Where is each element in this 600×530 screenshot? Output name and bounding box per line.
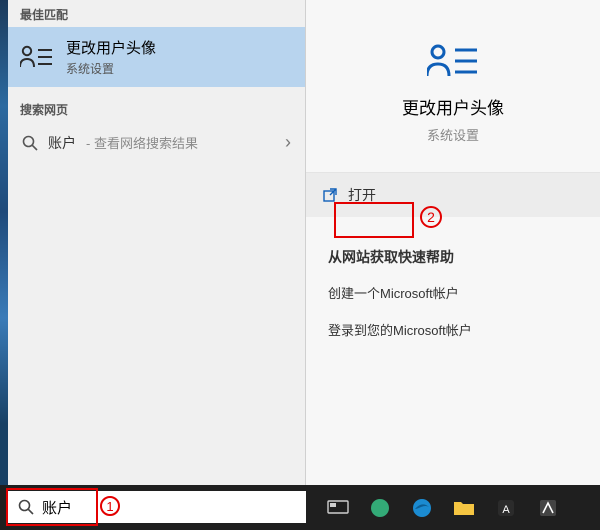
web-hint-text: - 查看网络搜索结果	[86, 133, 198, 152]
detail-header: 更改用户头像 系统设置	[306, 0, 600, 173]
open-action[interactable]: 打开	[306, 173, 600, 217]
best-match-subtitle: 系统设置	[66, 60, 156, 77]
svg-text:A: A	[502, 504, 510, 516]
help-link-create-account[interactable]: 创建一个Microsoft帐户	[328, 283, 584, 302]
detail-subtitle: 系统设置	[427, 125, 479, 144]
search-web-label: 搜索网页	[8, 95, 305, 122]
app-icon-3[interactable]	[530, 490, 566, 526]
desktop-background-strip	[0, 0, 8, 530]
help-section: 从网站获取快速帮助 创建一个Microsoft帐户 登录到您的Microsoft…	[306, 217, 600, 339]
folder-icon[interactable]	[446, 490, 482, 526]
chevron-right-icon: ›	[285, 132, 291, 153]
open-external-icon	[322, 187, 338, 203]
detail-panel: 更改用户头像 系统设置 打开 从网站获取快速帮助 创建一个Microsoft帐户…	[306, 0, 600, 485]
account-settings-large-icon	[427, 40, 479, 82]
search-icon	[18, 499, 34, 515]
taskbar-search-box[interactable]	[8, 491, 306, 523]
taskbar-icons: A	[320, 485, 566, 530]
best-match-item[interactable]: 更改用户头像 系统设置	[8, 27, 305, 87]
app-icon-1[interactable]	[362, 490, 398, 526]
task-view-button[interactable]	[320, 490, 356, 526]
best-match-title: 更改用户头像	[66, 37, 156, 58]
edge-icon[interactable]	[404, 490, 440, 526]
open-label: 打开	[348, 185, 376, 205]
help-header: 从网站获取快速帮助	[328, 247, 584, 267]
detail-title: 更改用户头像	[402, 94, 504, 119]
web-query-text: 账户	[48, 133, 76, 153]
app-icon-2[interactable]: A	[488, 490, 524, 526]
search-icon	[22, 135, 38, 151]
best-match-label: 最佳匹配	[8, 0, 305, 27]
web-search-item[interactable]: 账户 - 查看网络搜索结果 ›	[8, 122, 305, 163]
best-match-text: 更改用户头像 系统设置	[66, 37, 156, 77]
search-results-panel: 最佳匹配 更改用户头像 系统设置 搜索网页 账户 - 查看网络搜索结果 ›	[8, 0, 306, 485]
help-link-sign-in[interactable]: 登录到您的Microsoft帐户	[328, 320, 584, 339]
account-settings-icon	[20, 43, 54, 71]
search-input[interactable]	[42, 499, 296, 516]
